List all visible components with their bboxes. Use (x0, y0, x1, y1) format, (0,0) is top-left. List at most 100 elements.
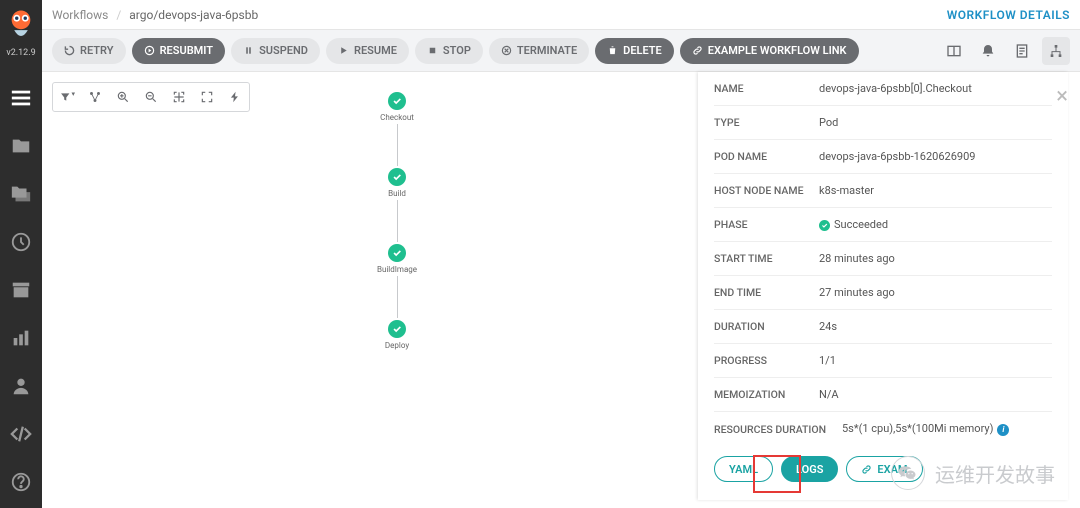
argo-logo (0, 4, 42, 46)
graph-node[interactable]: Checkout (352, 92, 442, 122)
delete-button[interactable]: DELETE (595, 38, 674, 64)
zoom-in-icon[interactable] (115, 89, 131, 105)
close-icon[interactable]: × (1056, 86, 1068, 108)
workflow-graph: Checkout Build BuildImage Deploy (352, 92, 442, 350)
row-value: 24s (819, 320, 1052, 333)
check-icon (388, 168, 406, 186)
logs-button[interactable]: LOGS (781, 456, 838, 482)
detail-row-host: HOST NODE NAMEk8s-master (714, 174, 1052, 208)
suspend-button[interactable]: SUSPEND (231, 38, 320, 64)
action-bar: RETRY RESUBMIT SUSPEND RESUME STOP TERMI… (42, 30, 1080, 72)
graph-node[interactable]: Build (352, 168, 442, 198)
breadcrumb-current: argo/devops-java-6psbb (129, 8, 258, 22)
bell-icon[interactable] (974, 37, 1002, 65)
exam-button[interactable]: EXAM (846, 456, 922, 482)
graph-node[interactable]: BuildImage (352, 244, 442, 274)
phase-text: Succeeded (834, 218, 888, 231)
graph-edge (397, 200, 398, 242)
nav-timeline[interactable] (0, 74, 42, 122)
row-key: HOST NODE NAME (714, 184, 819, 197)
delete-label: DELETE (623, 44, 662, 57)
workflow-details-link[interactable]: WORKFLOW DETAILS (947, 8, 1070, 22)
nav-clock[interactable] (0, 218, 42, 266)
detail-row-memo: MEMOIZATIONN/A (714, 378, 1052, 412)
canvas-toolbar: ▾ (52, 82, 250, 112)
row-value: k8s-master (819, 184, 1052, 197)
row-key: TYPE (714, 116, 819, 129)
example-label: EXAMPLE WORKFLOW LINK (708, 44, 847, 57)
node-label: BuildImage (377, 265, 417, 274)
details-panel: × NAMEdevops-java-6psbb[0].Checkout TYPE… (698, 72, 1068, 500)
row-value: 1/1 (819, 354, 1052, 367)
zoom-out-icon[interactable] (143, 89, 159, 105)
row-value: 27 minutes ago (819, 286, 1052, 299)
layout-icon[interactable] (87, 89, 103, 105)
row-value: 28 minutes ago (819, 252, 1052, 265)
stop-button[interactable]: STOP (415, 38, 483, 64)
nav-user[interactable] (0, 362, 42, 410)
example-link-button[interactable]: EXAMPLE WORKFLOW LINK (680, 38, 859, 64)
resubmit-label: RESUBMIT (160, 44, 214, 57)
doc-icon[interactable] (1008, 37, 1036, 65)
row-key: POD NAME (714, 150, 819, 163)
sidebar: v2.12.9 (0, 0, 42, 508)
version-label: v2.12.9 (6, 48, 35, 58)
fullscreen-icon[interactable] (199, 89, 215, 105)
detail-row-resources: RESOURCES DURATION5s*(1 cpu),5s*(100Mi m… (714, 412, 1052, 446)
yaml-button[interactable]: YAML (714, 456, 773, 482)
node-label: Checkout (380, 113, 414, 122)
breadcrumb-root[interactable]: Workflows (52, 8, 108, 22)
detail-row-pod: POD NAMEdevops-java-6psbb-1620626909 (714, 140, 1052, 174)
detail-row-phase: PHASESucceeded (714, 208, 1052, 242)
filter-icon[interactable]: ▾ (59, 89, 75, 105)
row-key: DURATION (714, 320, 819, 333)
check-icon (388, 92, 406, 110)
tree-icon[interactable] (1042, 37, 1070, 65)
row-value: Pod (819, 116, 1052, 129)
res-text: 5s*(1 cpu),5s*(100Mi memory) (842, 422, 993, 435)
node-label: Build (388, 189, 406, 198)
nav-help[interactable] (0, 458, 42, 506)
detail-row-duration: DURATION24s (714, 310, 1052, 344)
detail-row-start: START TIME28 minutes ago (714, 242, 1052, 276)
nav-folders[interactable] (0, 170, 42, 218)
nav-folder[interactable] (0, 122, 42, 170)
info-icon[interactable]: i (997, 424, 1009, 436)
graph-node[interactable]: Deploy (352, 320, 442, 350)
graph-edge (397, 276, 398, 318)
row-key: RESOURCES DURATION (714, 423, 842, 436)
resume-button[interactable]: RESUME (326, 38, 409, 64)
main: Workflows / argo/devops-java-6psbb WORKF… (42, 0, 1080, 508)
content-area: ▾ Checkout Build BuildImage (42, 72, 1080, 508)
row-value: Succeeded (819, 218, 1052, 231)
breadcrumb-separator: / (116, 8, 121, 22)
check-icon (388, 320, 406, 338)
row-value: devops-java-6psbb[0].Checkout (819, 82, 1052, 95)
retry-button[interactable]: RETRY (52, 38, 126, 64)
suspend-label: SUSPEND (259, 44, 308, 57)
row-value: devops-java-6psbb-1620626909 (819, 150, 1052, 163)
detail-row-progress: PROGRESS1/1 (714, 344, 1052, 378)
row-key: START TIME (714, 252, 819, 265)
breadcrumb-bar: Workflows / argo/devops-java-6psbb WORKF… (42, 0, 1080, 30)
row-value: N/A (819, 388, 1052, 401)
row-key: NAME (714, 82, 819, 95)
nav-archive[interactable] (0, 266, 42, 314)
nav-reports[interactable] (0, 314, 42, 362)
graph-edge (397, 124, 398, 166)
columns-icon[interactable] (940, 37, 968, 65)
resubmit-button[interactable]: RESUBMIT (132, 38, 226, 64)
nav-code[interactable] (0, 410, 42, 458)
check-icon (388, 244, 406, 262)
success-icon (819, 220, 830, 231)
resume-label: RESUME (354, 44, 397, 57)
retry-label: RETRY (80, 44, 114, 57)
row-key: END TIME (714, 286, 819, 299)
detail-row-name: NAMEdevops-java-6psbb[0].Checkout (714, 72, 1052, 106)
node-label: Deploy (385, 341, 409, 350)
detail-row-end: END TIME27 minutes ago (714, 276, 1052, 310)
exam-label: EXAM (877, 463, 907, 476)
fit-icon[interactable] (171, 89, 187, 105)
terminate-button[interactable]: TERMINATE (489, 38, 589, 64)
bolt-icon[interactable] (227, 89, 243, 105)
